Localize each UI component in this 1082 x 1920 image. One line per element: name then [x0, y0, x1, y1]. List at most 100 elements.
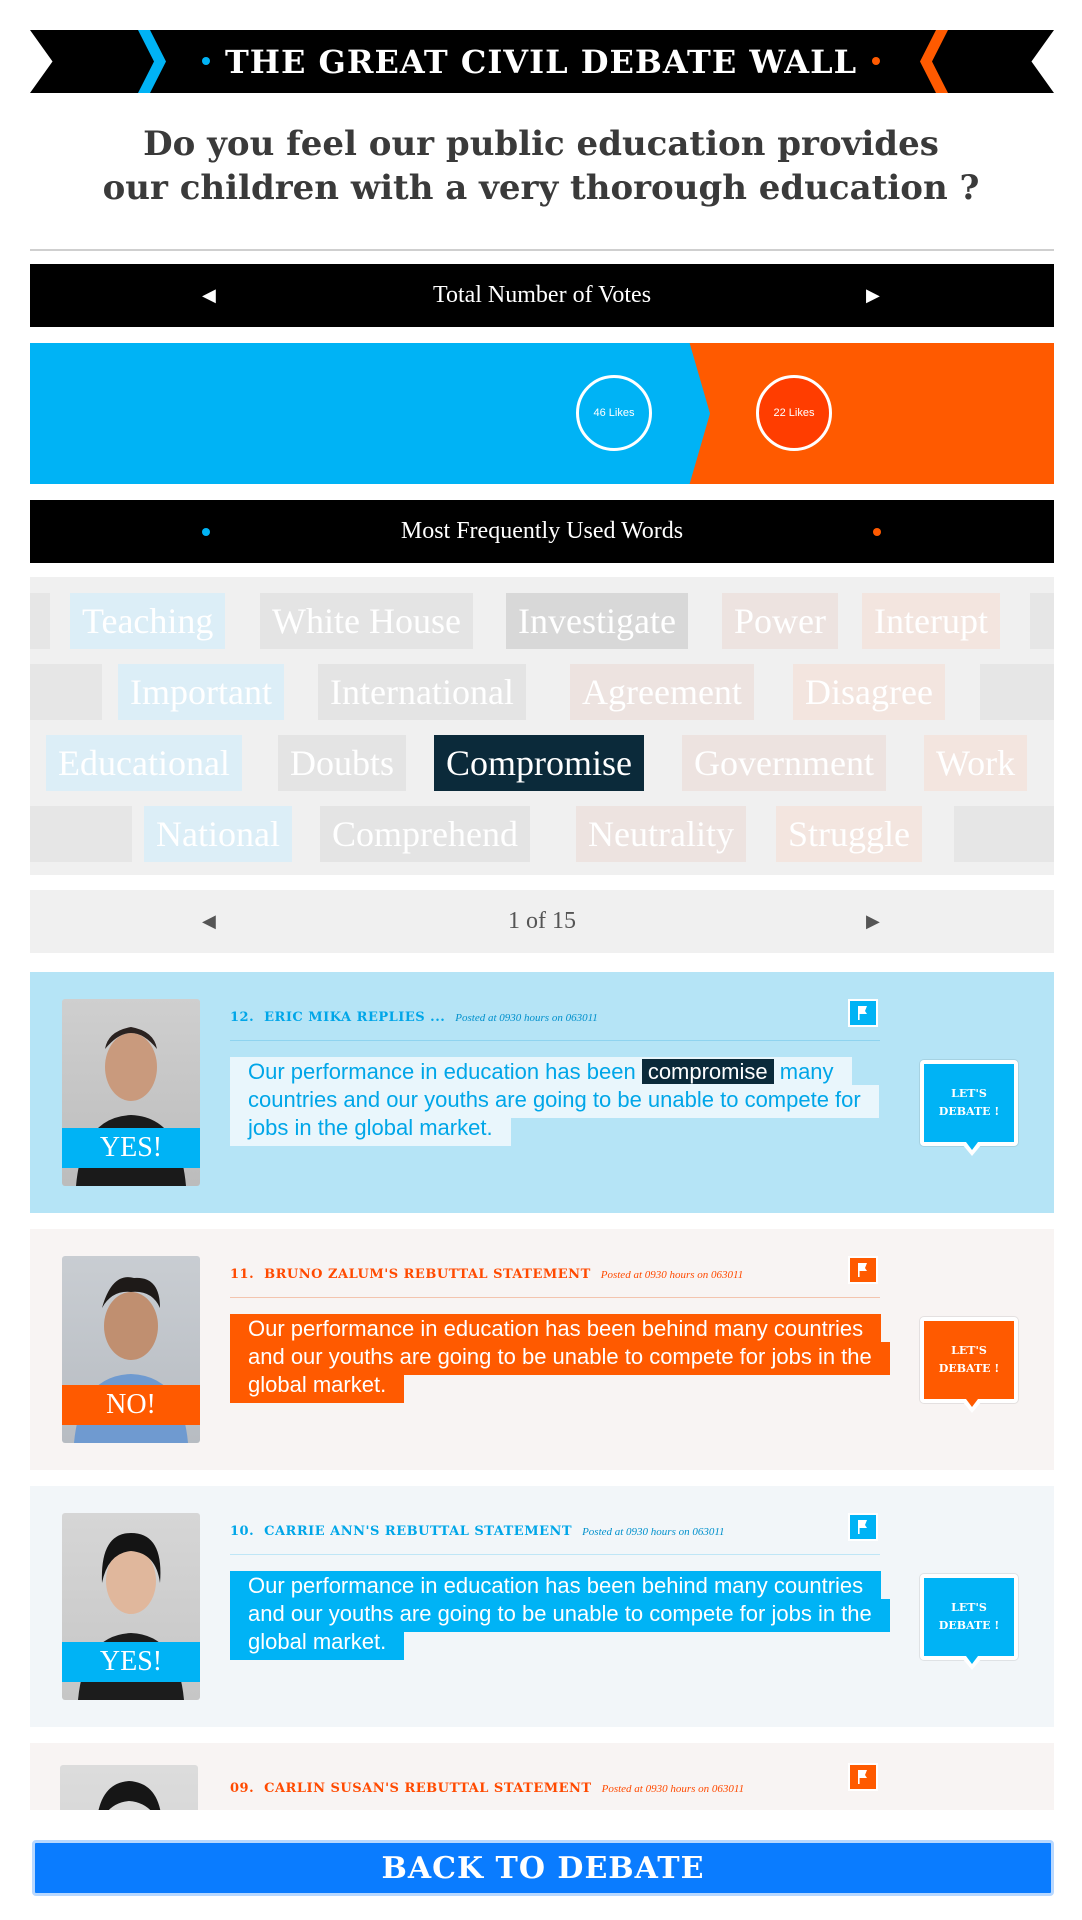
flag-button[interactable]	[848, 1256, 878, 1284]
word-tag[interactable]: Interupt	[862, 593, 1000, 649]
lets-debate-button[interactable]: LET'S DEBATE !	[920, 1060, 1018, 1156]
post-card: YES! 12. ERIC MIKA REPLIES ... Posted at…	[30, 972, 1054, 1213]
vote-badge: YES!	[62, 1642, 200, 1682]
blue-dot	[202, 528, 210, 536]
post-timestamp: Posted at 0930 hours on 063011	[600, 1269, 744, 1281]
yes-likes-badge[interactable]: 46 Likes	[576, 375, 652, 451]
flag-icon	[858, 1006, 867, 1020]
back-to-debate-button[interactable]: BACK TO DEBATE	[32, 1840, 1054, 1896]
divider	[230, 1040, 880, 1041]
flag-button[interactable]	[848, 999, 878, 1027]
speech-tail-fill	[966, 1399, 978, 1407]
post-author[interactable]: BRUNO ZALUM'S REBUTTAL STATEMENT	[264, 1267, 591, 1282]
word-tag[interactable]: Struggle	[776, 806, 922, 862]
next-arrow-icon[interactable]: ▶	[866, 264, 880, 327]
post-header: 09. CARLIN SUSAN'S REBUTTAL STATEMENT Po…	[230, 1781, 744, 1796]
word-tag[interactable]: Agreement	[570, 664, 754, 720]
post-statement: Our performance in education has been co…	[230, 1057, 882, 1146]
statement-before: Our performance in education has been	[248, 1059, 636, 1084]
votes-header: ◀ Total Number of Votes ▶	[30, 264, 1054, 327]
post-timestamp: Posted at 0930 hours on 063011	[601, 1783, 745, 1795]
word-filler	[30, 806, 132, 862]
word-tag[interactable]: Work	[924, 735, 1028, 791]
debate-question: Do you feel our public education provide…	[80, 122, 1002, 210]
vote-badge: YES!	[62, 1128, 200, 1168]
post-number: 12.	[230, 1010, 255, 1025]
flag-icon	[858, 1263, 867, 1277]
flag-button[interactable]	[848, 1763, 878, 1791]
post-number: 09.	[230, 1781, 255, 1796]
word-tag[interactable]: Educational	[46, 735, 242, 791]
words-header: Most Frequently Used Words	[30, 500, 1054, 563]
pager: ◀ 1 of 15 ▶	[30, 890, 1054, 953]
statement-text: Our performance in education has been co…	[230, 1057, 879, 1146]
next-page-icon[interactable]: ▶	[866, 890, 880, 953]
vote-badge: NO!	[62, 1385, 200, 1425]
word-tag[interactable]: Comprehend	[320, 806, 530, 862]
word-tag[interactable]: Investigate	[506, 593, 688, 649]
statement-text: Our performance in education has been be…	[230, 1571, 890, 1660]
post-card: NO! 11. BRUNO ZALUM'S REBUTTAL STATEMENT…	[30, 1229, 1054, 1470]
question-line-1: Do you feel our public education provide…	[143, 124, 939, 164]
speech-tail-fill	[966, 1656, 978, 1664]
post-author[interactable]: CARLIN SUSAN'S REBUTTAL STATEMENT	[264, 1781, 591, 1796]
word-tag[interactable]: Neutrality	[576, 806, 746, 862]
debate-line-2: DEBATE !	[938, 1619, 1000, 1632]
word-filler	[1030, 593, 1054, 649]
post-author[interactable]: CARRIE ANN'S REBUTTAL STATEMENT	[264, 1524, 572, 1539]
post-header: 10. CARRIE ANN'S REBUTTAL STATEMENT Post…	[230, 1524, 725, 1539]
divider	[30, 249, 1054, 251]
word-tag[interactable]: White House	[260, 593, 473, 649]
word-tag[interactable]: National	[144, 806, 292, 862]
word-filler	[30, 593, 50, 649]
avatar: NO!	[62, 1256, 200, 1443]
lets-debate-button[interactable]: LET'S DEBATE !	[920, 1317, 1018, 1413]
question-line-2: our children with a very thorough educat…	[102, 168, 980, 208]
prev-arrow-icon[interactable]: ◀	[202, 264, 216, 327]
no-likes-badge[interactable]: 22 Likes	[756, 375, 832, 451]
word-tag[interactable]: Teaching	[70, 593, 226, 649]
votes-label: Total Number of Votes	[432, 282, 652, 308]
word-tag[interactable]: Power	[722, 593, 838, 649]
post-timestamp: Posted at 0930 hours on 063011	[582, 1526, 725, 1538]
word-tag[interactable]: Important	[118, 664, 284, 720]
word-filler	[30, 664, 102, 720]
post-author[interactable]: ERIC MIKA REPLIES ...	[264, 1010, 445, 1025]
post-number: 11.	[230, 1267, 255, 1282]
avatar	[60, 1765, 198, 1813]
post-statement: Our performance in education has been be…	[230, 1314, 890, 1403]
post-header: 11. BRUNO ZALUM'S REBUTTAL STATEMENT Pos…	[230, 1267, 743, 1282]
statement-text: Our performance in education has been be…	[230, 1314, 890, 1403]
avatar: YES!	[62, 1513, 200, 1700]
page-title: THE GREAT CIVIL DEBATE WALL	[224, 42, 858, 81]
debate-line-1: LET'S	[951, 1601, 987, 1614]
word-tag[interactable]: Disagree	[793, 664, 945, 720]
post-timestamp: Posted at 0930 hours on 063011	[455, 1012, 598, 1024]
page-indicator: 1 of 15	[508, 908, 576, 934]
flag-icon	[858, 1520, 867, 1534]
flag-button[interactable]	[848, 1513, 878, 1541]
divider	[230, 1297, 880, 1298]
lets-debate-button[interactable]: LET'S DEBATE !	[920, 1574, 1018, 1670]
vote-split-bar: 46 Likes 22 Likes	[30, 343, 1054, 484]
word-cloud: Teaching White House Investigate Power I…	[30, 577, 1054, 875]
word-tag[interactable]: Government	[682, 735, 886, 791]
highlighted-word: compromise	[641, 1059, 774, 1084]
orange-dot	[873, 528, 881, 536]
word-tag[interactable]: Doubts	[278, 735, 407, 791]
post-number: 10.	[230, 1524, 255, 1539]
debate-line-2: DEBATE !	[938, 1362, 1000, 1375]
word-tag[interactable]: International	[318, 664, 526, 720]
avatar: YES!	[62, 999, 200, 1186]
divider	[230, 1554, 880, 1555]
word-filler	[980, 664, 1054, 720]
debate-line-2: DEBATE !	[938, 1105, 1000, 1118]
post-statement: Our performance in education has been be…	[230, 1571, 890, 1660]
debate-line-1: LET'S	[951, 1344, 987, 1357]
post-card: YES! 10. CARRIE ANN'S REBUTTAL STATEMENT…	[30, 1486, 1054, 1727]
flag-icon	[858, 1770, 867, 1784]
prev-page-icon[interactable]: ◀	[202, 890, 216, 953]
debate-line-1: LET'S	[951, 1087, 987, 1100]
word-tag-selected[interactable]: Compromise	[434, 735, 644, 791]
post-card: 09. CARLIN SUSAN'S REBUTTAL STATEMENT Po…	[30, 1743, 1054, 1813]
